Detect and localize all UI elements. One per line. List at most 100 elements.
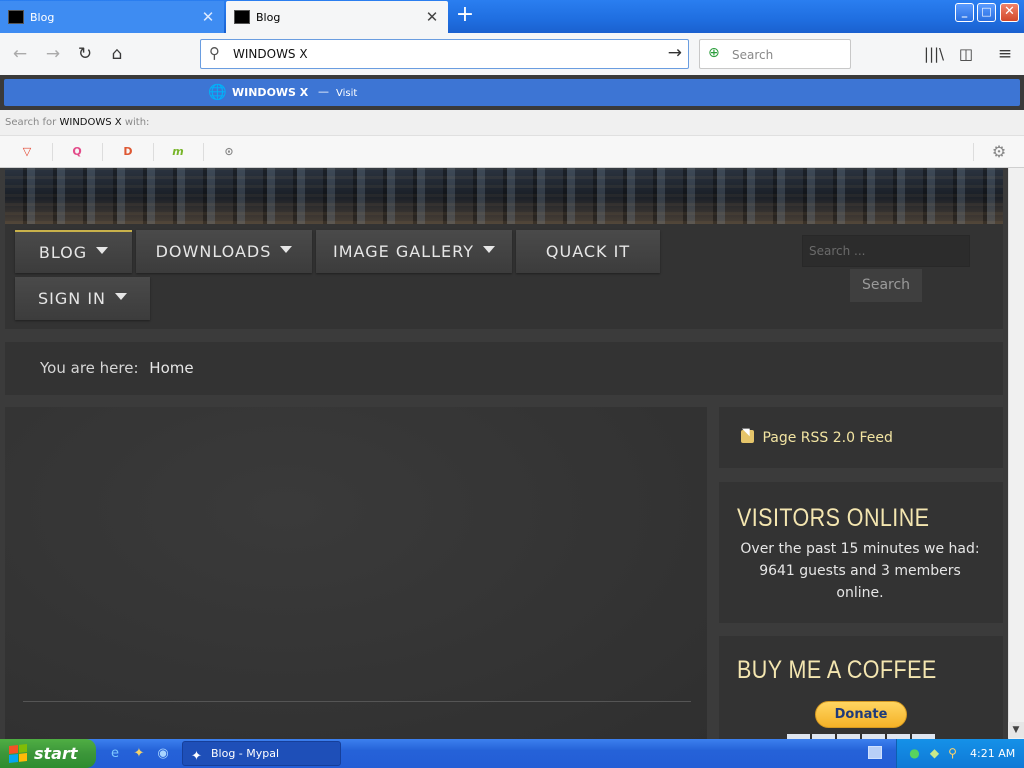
vertical-scrollbar[interactable]: [1008, 168, 1024, 739]
menu-item-downloads[interactable]: DOWNLOADS: [136, 230, 312, 273]
mypal-app-icon: ✦: [191, 749, 202, 764]
menu-item-label: QUACK IT: [545, 242, 631, 261]
search-input[interactable]: Search: [732, 48, 773, 62]
suggestion-separator: —: [318, 85, 329, 98]
tab-label: Blog: [30, 10, 55, 24]
menu-item-sign-in[interactable]: SIGN IN: [15, 277, 150, 320]
home-icon[interactable]: ⌂: [105, 42, 129, 66]
tab-close-icon[interactable]: ✕: [198, 8, 218, 26]
site-favicon-icon: [8, 10, 24, 24]
search-bar[interactable]: ⊕ Search: [699, 39, 851, 69]
windows-taskbar: start e ✦ ◉ ✦ Blog - Mypal ● ◆ ⚲ 4:21 AM: [0, 739, 1024, 768]
rss-feed-label: Page RSS 2.0 Feed: [762, 430, 893, 446]
tab-blog-active[interactable]: Blog ✕: [226, 1, 448, 33]
rss-module: Page RSS 2.0 Feed: [719, 407, 1003, 468]
brave-search-icon[interactable]: ▽: [16, 141, 38, 163]
engine-divider: [973, 143, 974, 161]
visitors-count-text: Over the past 15 minutes we had: 9641 gu…: [740, 541, 980, 601]
search-with-query: WINDOWS X: [59, 117, 122, 128]
system-clock: 4:21 AM: [970, 747, 1016, 760]
go-arrow-icon[interactable]: →: [668, 43, 682, 63]
donate-button[interactable]: Donate: [815, 701, 907, 728]
security-shield-icon[interactable]: ◆: [927, 746, 942, 761]
suggestion-title: WINDOWS X: [232, 86, 309, 99]
search-settings-gear-icon[interactable]: ⚙: [988, 141, 1010, 163]
start-button[interactable]: start: [0, 739, 96, 768]
window-minimize-button[interactable]: _: [955, 3, 974, 22]
menu-item-label: DOWNLOADS: [155, 242, 272, 261]
site-search-input[interactable]: Search ...: [802, 235, 970, 267]
rss-icon: [741, 427, 754, 443]
dropdown-caret-icon: [115, 293, 127, 300]
quick-launch-app-icon[interactable]: ✦: [130, 745, 148, 763]
one-off-search-engines: ▽ Q D m ⊙ ⚙: [0, 135, 1024, 168]
tab-label: Blog: [256, 10, 281, 24]
globe-icon: 🌐: [208, 83, 227, 101]
tab-close-icon[interactable]: ✕: [422, 8, 442, 26]
search-with-label: Search for WINDOWS X with:: [0, 110, 1024, 135]
tab-blog-inactive[interactable]: Blog ✕: [0, 1, 224, 33]
quick-launch-browser-icon[interactable]: ◉: [154, 745, 172, 763]
buy-me-a-coffee-module: BUY ME A COFFEE Donate: [719, 636, 1003, 739]
search-tray-icon[interactable]: ⚲: [945, 746, 960, 761]
menu-item-blog[interactable]: BLOG: [15, 230, 132, 273]
search-icon: ⚲: [209, 44, 220, 62]
keyboard-layout-icon[interactable]: [868, 746, 882, 759]
engine-divider: [102, 143, 103, 161]
other-search-engine-icon[interactable]: ⊙: [218, 141, 240, 163]
taskbar-window-button[interactable]: ✦ Blog - Mypal: [182, 741, 341, 766]
site-header-banner: [5, 168, 1003, 224]
menu-item-label: SIGN IN: [37, 289, 106, 308]
menu-item-quack-it[interactable]: QUACK IT: [516, 230, 660, 273]
library-icon[interactable]: |||\: [922, 42, 946, 66]
hamburger-menu-icon[interactable]: ≡: [993, 42, 1017, 66]
module-title: VISITORS ONLINE: [737, 504, 930, 532]
url-bar[interactable]: ⚲ WINDOWS X →: [200, 39, 689, 69]
window-maximize-button[interactable]: □: [977, 3, 996, 22]
add-search-engine-icon[interactable]: ⊕: [708, 45, 720, 61]
site-main-menu: BLOG DOWNLOADS IMAGE GALLERY QUACK IT SI…: [5, 224, 1003, 329]
breadcrumb: You are here: Home: [5, 342, 1003, 395]
suggestion-action: Visit: [336, 88, 358, 99]
url-input[interactable]: WINDOWS X: [233, 47, 308, 61]
breadcrumb-home-link[interactable]: Home: [149, 359, 193, 377]
duckduckgo-search-icon[interactable]: D: [117, 141, 139, 163]
url-suggestion-row[interactable]: 🌐 WINDOWS X — Visit: [4, 79, 1020, 106]
rss-feed-link[interactable]: Page RSS 2.0 Feed: [741, 427, 893, 446]
scroll-down-arrow-icon[interactable]: ▼: [1008, 722, 1024, 738]
engine-divider: [52, 143, 53, 161]
menu-item-label: BLOG: [38, 243, 88, 262]
windows-logo-icon: [9, 744, 27, 763]
menu-item-label: IMAGE GALLERY: [333, 242, 474, 261]
taskbar-window-label: Blog - Mypal: [211, 747, 280, 760]
breadcrumb-prefix: You are here:: [40, 359, 139, 377]
navigation-toolbar: ← → ↻ ⌂ ⚲ WINDOWS X → ⊕ Search |||\ ◫ ≡: [0, 33, 1024, 75]
site-favicon-icon: [234, 10, 250, 24]
reload-icon[interactable]: ↻: [73, 42, 97, 66]
menu-item-image-gallery[interactable]: IMAGE GALLERY: [316, 230, 512, 273]
start-label: start: [34, 744, 78, 763]
dropdown-caret-icon: [96, 247, 109, 254]
forward-arrow-icon[interactable]: →: [41, 42, 65, 66]
search-with-suffix: with:: [124, 117, 150, 128]
internet-explorer-icon[interactable]: e: [106, 745, 124, 763]
engine-divider: [203, 143, 204, 161]
network-icon[interactable]: ●: [907, 746, 922, 761]
browser-tab-strip: Blog ✕ Blog ✕ + _ □ ✕: [0, 0, 1024, 33]
back-arrow-icon[interactable]: ←: [8, 42, 32, 66]
qwant-search-icon[interactable]: Q: [66, 141, 88, 163]
dropdown-caret-icon: [280, 246, 293, 253]
engine-divider: [153, 143, 154, 161]
mojeek-search-icon[interactable]: m: [167, 141, 189, 163]
main-content-area: [5, 407, 707, 739]
window-close-button[interactable]: ✕: [1000, 3, 1019, 22]
content-divider: [23, 701, 691, 702]
dropdown-caret-icon: [482, 246, 495, 253]
system-tray: ● ◆ ⚲ 4:21 AM: [896, 739, 1024, 768]
site-search-button[interactable]: Search: [850, 269, 922, 302]
sidebar-toggle-icon[interactable]: ◫: [954, 42, 978, 66]
web-page-content: BLOG DOWNLOADS IMAGE GALLERY QUACK IT SI…: [0, 168, 1008, 739]
module-title: BUY ME A COFFEE: [737, 656, 937, 684]
visitors-online-module: VISITORS ONLINE Over the past 15 minutes…: [719, 482, 1003, 623]
new-tab-button[interactable]: +: [452, 3, 478, 29]
